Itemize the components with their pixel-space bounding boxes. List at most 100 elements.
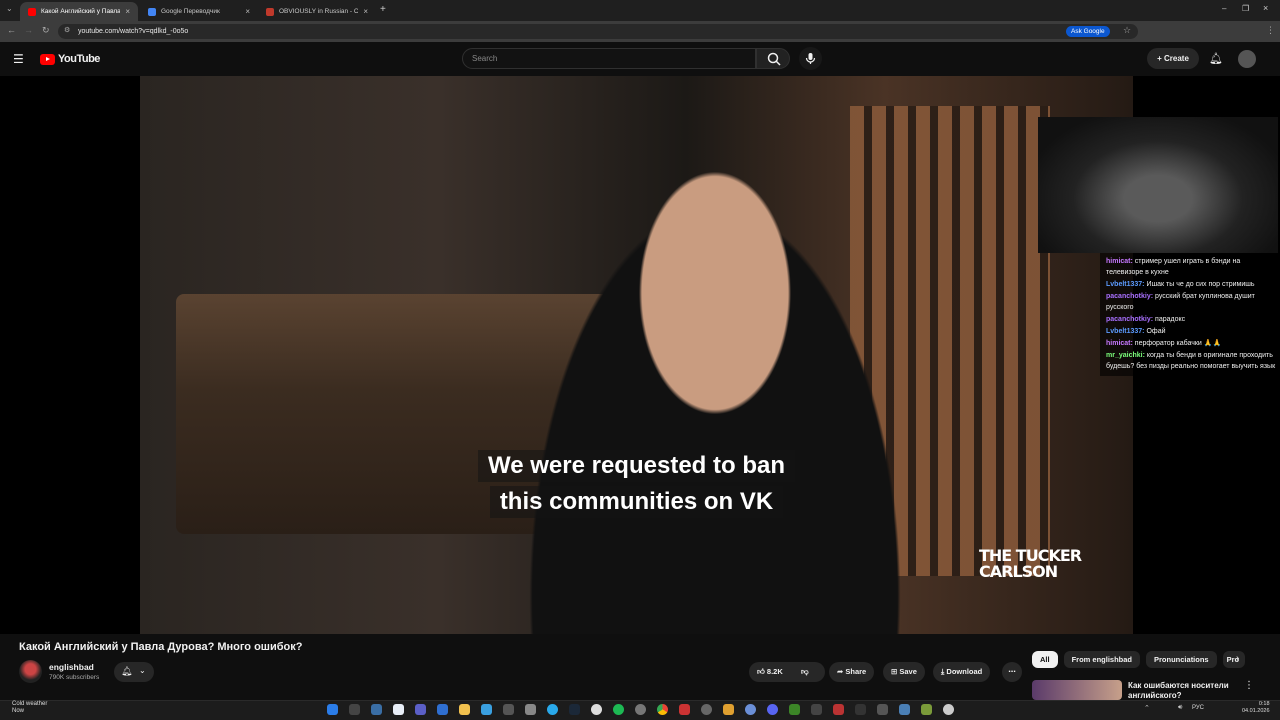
tab-cambridge[interactable]: OBVIOUSLY in Russian - Camb... × — [258, 2, 376, 21]
task-view-icon[interactable] — [371, 704, 382, 715]
close-tab-icon[interactable]: × — [245, 7, 250, 16]
ask-google-button[interactable]: Ask Google — [1066, 26, 1110, 37]
tab-label: OBVIOUSLY in Russian - Camb... — [279, 8, 359, 15]
bookmark-star-icon[interactable]: ☆ — [1123, 25, 1131, 36]
weather-widget[interactable]: Cold weather Now — [12, 701, 47, 715]
back-icon[interactable]: ← — [7, 25, 16, 35]
tab-label: Какой Английский у Павла Д... — [41, 8, 121, 15]
minimize-icon[interactable]: – — [1222, 4, 1226, 13]
recommendation-thumbnail[interactable] — [1032, 680, 1122, 700]
telegram-icon[interactable] — [547, 704, 558, 715]
start-icon[interactable] — [327, 704, 338, 715]
channel-name[interactable]: englishbad — [49, 662, 99, 672]
tab-youtube[interactable]: Какой Английский у Павла Д... × — [20, 2, 138, 21]
chip-partial[interactable]: Pro — [1222, 651, 1245, 668]
youtube-logo[interactable]: YouTube — [40, 53, 100, 65]
recommendation-title[interactable]: Как ошибаются носители английского? — [1128, 681, 1238, 700]
chrome-icon[interactable] — [657, 704, 668, 715]
recommendation-chips: All From englishbad Pronunciations Pro — [1032, 651, 1245, 668]
youtube-favicon-icon — [28, 7, 36, 16]
search-taskbar-icon[interactable] — [349, 704, 360, 715]
site-info-icon[interactable]: ⚙ — [64, 26, 70, 34]
app-icon[interactable] — [745, 704, 756, 715]
tab-label: Google Переводчик — [161, 8, 220, 15]
app-icon[interactable] — [393, 704, 404, 715]
avatar[interactable] — [1238, 50, 1256, 68]
steam-icon[interactable] — [569, 704, 580, 715]
more-icon: ⋯ — [1008, 667, 1016, 676]
stream-chat-overlay: himicat: стример ушел играть в бэнди на … — [1100, 253, 1280, 376]
app-icon[interactable] — [437, 704, 448, 715]
dislike-button[interactable]: 👎︎ — [801, 662, 809, 682]
tab-google-translate[interactable]: Google Переводчик × — [140, 2, 258, 21]
app-icon[interactable] — [525, 704, 536, 715]
download-button[interactable]: ⤓ Download — [933, 662, 991, 682]
recommendation-menu-icon[interactable]: ⋮ — [1244, 680, 1254, 691]
like-button[interactable]: 👍︎ 8.2K — [757, 667, 783, 676]
video-player[interactable]: We were requested to ban this communitie… — [0, 76, 1280, 634]
chip-from-channel[interactable]: From englishbad — [1063, 651, 1141, 668]
app-icon[interactable] — [415, 704, 426, 715]
app-icon[interactable] — [833, 704, 844, 715]
chat-message: Lvbelt1337: Ишак ты че до сих пор стрими… — [1106, 281, 1255, 288]
system-clock[interactable]: 0:18 04.01.2026 — [1242, 701, 1270, 715]
browser-tab-strip: ⌄ Какой Английский у Павла Д... × Google… — [0, 0, 1280, 21]
chip-pronunciations[interactable]: Pronunciations — [1146, 651, 1217, 668]
discord-icon[interactable] — [767, 704, 778, 715]
hamburger-menu-icon[interactable]: ☰ — [13, 52, 24, 66]
channel-avatar[interactable] — [19, 660, 42, 683]
chip-all[interactable]: All — [1032, 651, 1058, 668]
subtitle-line-2: this communities on VK — [140, 486, 1133, 518]
microphone-icon — [805, 53, 816, 64]
translate-favicon-icon — [148, 7, 156, 16]
volume-icon[interactable]: 🔊︎ — [1178, 704, 1182, 712]
reload-icon[interactable]: ↻ — [42, 25, 50, 36]
app-icon[interactable] — [723, 704, 734, 715]
app-icon[interactable] — [877, 704, 888, 715]
url-field[interactable]: youtube.com/watch?v=qdlkd_-0o5o — [58, 24, 1138, 39]
plus-icon: + — [1157, 54, 1164, 63]
language-indicator[interactable]: РУС — [1192, 705, 1204, 711]
save-button[interactable]: ⊞ Save — [883, 662, 925, 682]
app-icon[interactable] — [481, 704, 492, 715]
app-icon[interactable] — [701, 704, 712, 715]
file-explorer-icon[interactable] — [459, 704, 470, 715]
forward-icon[interactable]: → — [24, 25, 33, 35]
app-icon[interactable] — [855, 704, 866, 715]
app-icon[interactable] — [811, 704, 822, 715]
spotify-icon[interactable] — [613, 704, 624, 715]
share-button[interactable]: ➦ Share — [829, 662, 875, 682]
search-input[interactable]: Search — [462, 48, 756, 69]
subtitle-line-1: We were requested to ban — [140, 450, 1133, 482]
app-icon[interactable] — [503, 704, 514, 715]
chat-message: pacanchotkiy: русский брат куплинова душ… — [1106, 293, 1255, 311]
cambridge-favicon-icon — [266, 7, 274, 16]
more-actions-button[interactable]: ⋯ — [1002, 662, 1022, 682]
tab-list-icon[interactable]: ⌄ — [6, 4, 13, 13]
app-icon[interactable] — [921, 704, 932, 715]
close-tab-icon[interactable]: × — [363, 7, 368, 16]
weather-time: Now — [12, 708, 25, 714]
close-tab-icon[interactable]: × — [125, 7, 130, 16]
new-tab-icon[interactable]: + — [380, 4, 386, 15]
minecraft-icon[interactable] — [789, 704, 800, 715]
voice-search-button[interactable] — [799, 47, 822, 70]
app-icon[interactable] — [899, 704, 910, 715]
maximize-icon[interactable]: ❐ — [1242, 4, 1249, 13]
tray-chevron-up-icon[interactable]: ⌃ — [1144, 704, 1150, 712]
app-icon[interactable] — [943, 704, 954, 715]
video-frame: We were requested to ban this communitie… — [140, 76, 1133, 634]
search-button[interactable] — [756, 48, 790, 69]
close-window-icon[interactable]: × — [1263, 3, 1268, 13]
chevron-right-icon[interactable]: › — [1236, 653, 1239, 664]
notifications-bell-icon[interactable]: 🔔︎ — [1209, 52, 1223, 65]
app-icon[interactable] — [591, 704, 602, 715]
channel-info[interactable]: englishbad 790K subscribers — [19, 660, 99, 683]
app-icon[interactable] — [679, 704, 690, 715]
chat-message: himicat: перфоратор кабачки 🙏🙏 — [1106, 340, 1222, 347]
app-icon[interactable] — [635, 704, 646, 715]
browser-menu-icon[interactable]: ⋮ — [1266, 25, 1275, 36]
video-title: Какой Английский у Павла Дурова? Много о… — [19, 641, 303, 653]
subscription-bell-button[interactable]: 🔔︎ ⌄ — [114, 662, 154, 682]
create-button[interactable]: + Create — [1147, 48, 1199, 69]
